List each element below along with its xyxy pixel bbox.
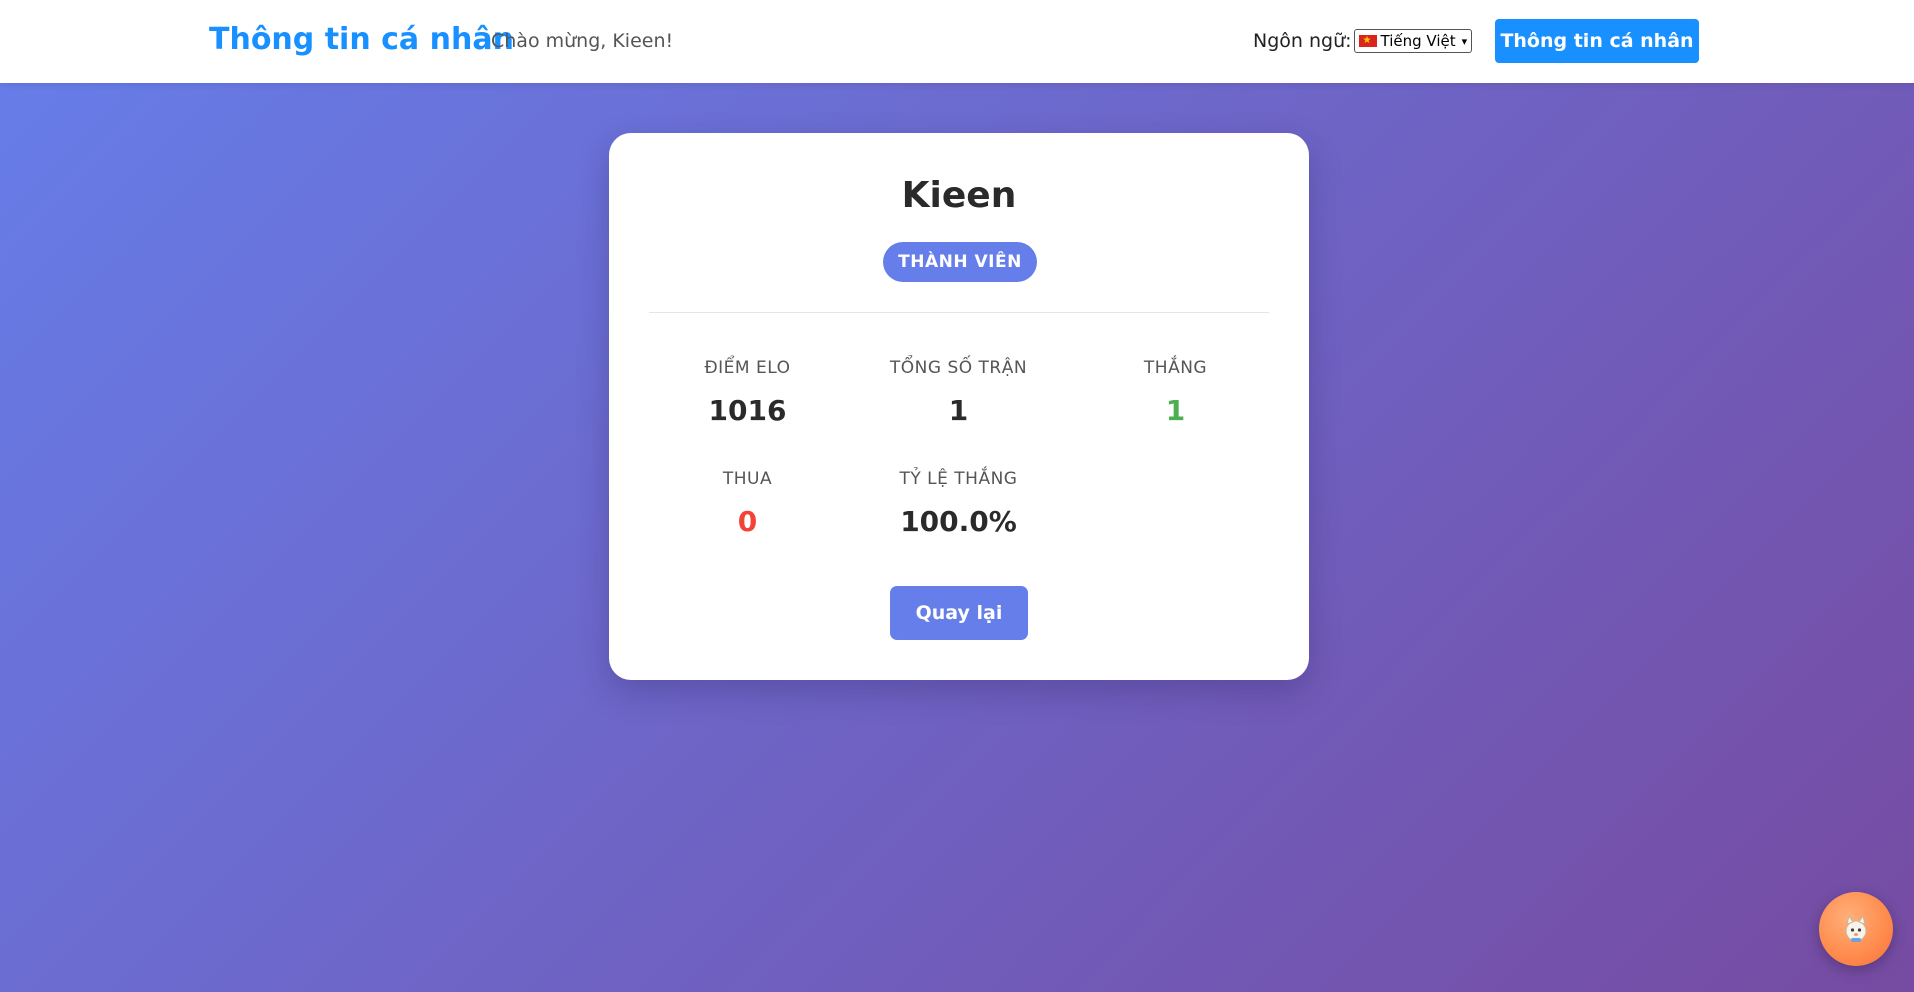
stat-total-label: TỔNG SỐ TRẬN — [889, 358, 1028, 378]
stat-losses: THUA 0 — [639, 469, 856, 538]
stat-winrate-label: TỶ LỆ THẮNG — [899, 469, 1018, 489]
stat-wins: THẮNG 1 — [1067, 358, 1284, 427]
top-navbar: Thông tin cá nhân Chào mừng, Kieen! Ngôn… — [0, 0, 1914, 83]
role-badge: THÀNH VIÊN — [883, 242, 1037, 282]
profile-card: Kieen THÀNH VIÊN ĐIỂM ELO 1016 TỔNG SỐ T… — [609, 133, 1309, 680]
stat-losses-value: 0 — [737, 505, 758, 538]
stat-elo-value: 1016 — [708, 394, 787, 427]
chevron-down-icon: ▾ — [1461, 34, 1468, 48]
brand-title[interactable]: Thông tin cá nhân — [209, 22, 514, 57]
vietnam-flag-icon — [1358, 35, 1377, 47]
stat-total-matches: TỔNG SỐ TRẬN 1 — [850, 358, 1067, 427]
stat-wins-value: 1 — [1165, 394, 1186, 427]
stat-total-value: 1 — [948, 394, 969, 427]
username-heading: Kieen — [901, 175, 1017, 216]
stat-wins-label: THẮNG — [1143, 358, 1208, 378]
language-switcher: Ngôn ngữ: Tiếng Việt ▾ — [1253, 29, 1473, 53]
language-select[interactable]: Tiếng Việt ▾ — [1353, 29, 1473, 53]
stat-elo-label: ĐIỂM ELO — [704, 358, 791, 378]
stat-elo: ĐIỂM ELO 1016 — [639, 358, 856, 427]
stat-losses-label: THUA — [722, 469, 773, 489]
mascot-chat-icon — [1845, 914, 1867, 942]
stat-winrate-value: 100.0% — [900, 505, 1017, 538]
language-selected-value: Tiếng Việt — [1380, 32, 1456, 50]
stat-win-rate: TỶ LỆ THẮNG 100.0% — [850, 469, 1067, 538]
language-label: Ngôn ngữ: — [1253, 30, 1352, 52]
back-button[interactable]: Quay lại — [890, 586, 1028, 640]
chat-assistant-button[interactable] — [1819, 892, 1893, 966]
welcome-text: Chào mừng, Kieen! — [491, 30, 674, 52]
profile-button[interactable]: Thông tin cá nhân — [1495, 19, 1699, 63]
divider — [649, 312, 1269, 313]
